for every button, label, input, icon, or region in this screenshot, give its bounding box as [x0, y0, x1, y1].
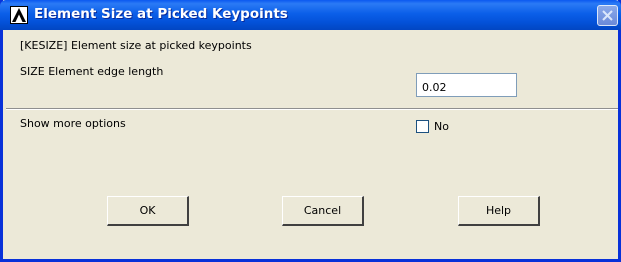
close-button[interactable] — [597, 5, 618, 26]
size-input[interactable] — [416, 73, 517, 97]
show-more-options-toggle[interactable]: No — [416, 120, 449, 133]
dialog-window: Element Size at Picked Keypoints [KESIZE… — [0, 0, 621, 262]
section-divider — [6, 108, 618, 110]
ansys-logo-icon — [10, 6, 28, 24]
help-button[interactable]: Help — [458, 196, 540, 226]
size-label: SIZE Element edge length — [20, 65, 164, 78]
show-more-options-checkbox[interactable] — [416, 120, 429, 133]
ok-button[interactable]: OK — [107, 196, 189, 226]
title-bar[interactable]: Element Size at Picked Keypoints — [0, 0, 621, 30]
window-title: Element Size at Picked Keypoints — [34, 6, 288, 22]
command-description: [KESIZE] Element size at picked keypoint… — [20, 39, 252, 52]
cancel-button[interactable]: Cancel — [282, 196, 364, 226]
show-more-options-value: No — [434, 120, 449, 133]
close-icon — [602, 10, 613, 21]
show-more-options-label: Show more options — [20, 117, 126, 130]
